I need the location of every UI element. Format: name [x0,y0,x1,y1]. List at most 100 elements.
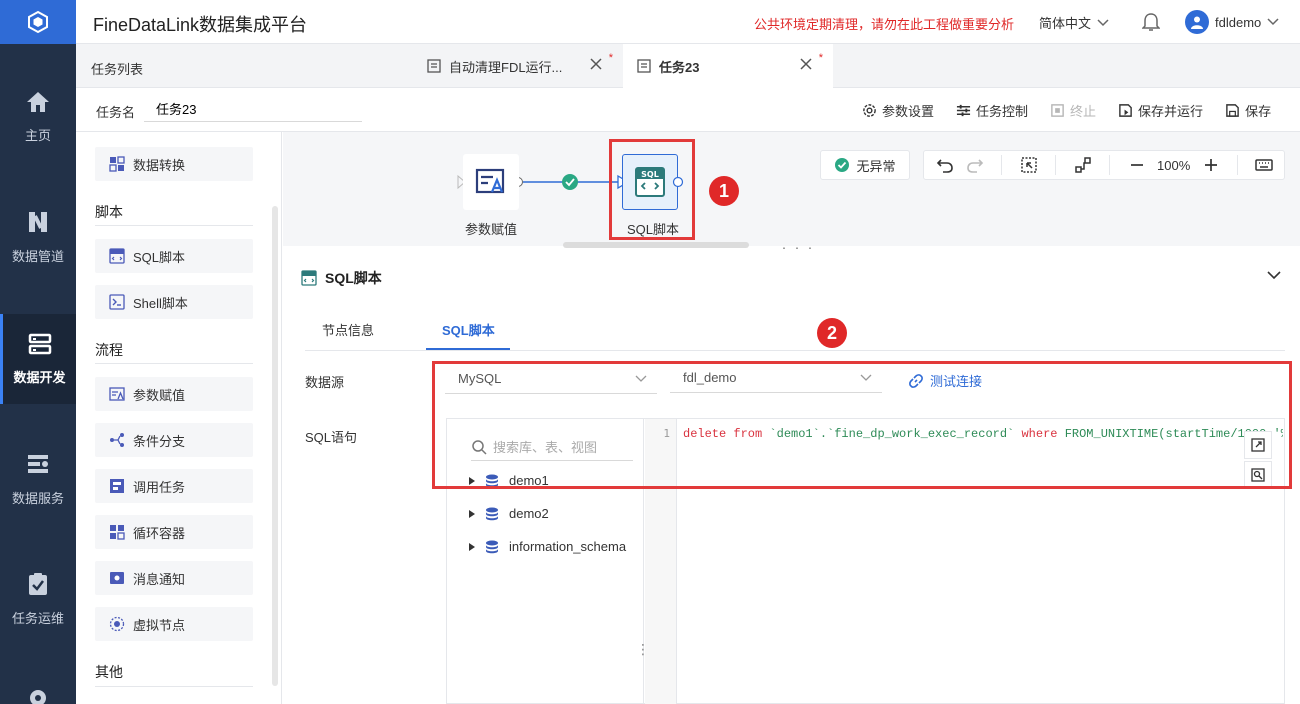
tab-auto-clean[interactable]: 自动清理FDL运行... * [413,44,623,88]
node-param-assign[interactable] [463,154,519,210]
palette-item-shell[interactable]: Shell脚本 [95,285,253,319]
task-name-input[interactable] [144,96,362,122]
divider [95,686,253,687]
step-badge-1: 1 [709,176,739,206]
collapse-chevron-icon[interactable] [1266,269,1282,281]
save-label: 保存 [1245,104,1272,119]
tab-label: 任务23 [659,59,700,75]
stop-button[interactable]: 终止 [1050,101,1096,120]
palette-item-loop[interactable]: 循环容器 [95,515,253,549]
nav-label: 数据服务 [11,490,64,506]
database-icon [486,540,498,553]
check-circle-icon [835,158,850,172]
language-select[interactable]: 简体中文 [1039,13,1109,32]
close-icon[interactable] [589,57,603,71]
node-palette: 数据转换 脚本 SQL脚本 Shell脚本 流程 参数赋值 条件分支 调用任务 … [76,132,282,704]
auto-layout-icon[interactable] [1074,156,1092,174]
palette-label: 虚拟节点 [133,617,186,633]
nav-item-service[interactable]: 数据服务 [0,434,76,524]
loop-container-icon [110,525,125,540]
nav-item-dev[interactable]: 数据开发 [0,314,76,404]
tab-label: 自动清理FDL运行... [449,59,563,75]
home-icon [27,91,49,112]
tab-node-info[interactable]: 节点信息 [322,320,374,339]
bell-icon[interactable] [1141,12,1161,35]
zoom-in-icon[interactable] [1202,156,1220,174]
canvas-scrollbar[interactable] [563,242,749,248]
logo[interactable] [0,0,76,44]
dirty-marker: * [818,52,823,64]
divider [95,225,253,226]
palette-item-call[interactable]: 调用任务 [95,469,253,503]
task-icon [427,59,441,73]
control-button[interactable]: 任务控制 [956,101,1028,120]
nav-item-ops[interactable]: 任务运维 [0,554,76,644]
divider [1055,155,1056,175]
save-run-button[interactable]: 保存并运行 [1118,101,1203,120]
param-assign-icon [475,168,505,194]
palette-scrollbar[interactable] [272,206,278,686]
control-label: 任务控制 [976,104,1029,119]
save-run-label: 保存并运行 [1138,104,1204,119]
zoom-out-icon[interactable] [1128,156,1146,174]
tree-item-information-schema[interactable]: information_schema [469,539,626,554]
clipboard-check-icon [29,572,47,595]
tab-task23[interactable]: 任务23 * [623,44,833,88]
palette-item-notify[interactable]: 消息通知 [95,561,253,595]
tab-sql-script[interactable]: SQL脚本 [442,320,495,339]
redo-icon[interactable] [966,156,984,174]
dirty-marker: * [608,52,613,64]
palette-label: 参数赋值 [133,387,186,403]
task-list-link[interactable]: 任务列表 [91,59,143,78]
params-button[interactable]: 参数设置 [862,101,934,120]
zoom-level: 100% [1157,158,1191,173]
tab-bar: 任务列表 自动清理FDL运行... * 任务23 * [76,44,1300,88]
palette-item-transform[interactable]: 数据转换 [95,147,253,181]
node-label-param: 参数赋值 [465,222,518,237]
params-label: 参数设置 [882,104,935,119]
transform-icon [109,156,125,172]
top-header: FineDataLink数据集成平台 公共环境定期清理，请勿在此工程做重要分析 … [76,0,1300,44]
status-indicator: 无异常 [820,150,910,180]
active-tab-indicator [426,348,510,350]
divider [1109,155,1110,175]
tree-item-demo2[interactable]: demo2 [469,506,549,521]
gear-icon [863,104,876,117]
save-button[interactable]: 保存 [1225,101,1271,120]
save-run-icon [1119,104,1132,117]
palette-label: 条件分支 [133,433,186,449]
section-other: 其他 [95,664,123,680]
database-icon [486,507,498,520]
param-assign-icon [109,387,125,401]
palette-item-sql[interactable]: SQL脚本 [95,239,253,273]
dev-icon [28,333,51,354]
chevron-down-icon [1267,18,1279,26]
branch-icon [110,433,124,447]
fit-view-icon[interactable] [1020,156,1038,174]
logo-icon [28,10,48,34]
divider [95,363,253,364]
user-menu[interactable]: fdldemo [1185,10,1279,34]
palette-label: SQL脚本 [133,249,186,265]
sliders-icon [956,104,971,117]
task-icon [637,59,651,73]
highlight-box-1 [609,139,695,240]
settings-icon[interactable] [26,686,50,704]
nav-item-pipeline[interactable]: 数据管道 [0,192,76,282]
palette-item-param[interactable]: 参数赋值 [95,377,253,411]
close-icon[interactable] [799,57,813,71]
datasource-label: 数据源 [305,375,345,390]
avatar [1185,10,1209,34]
palette-label: 调用任务 [133,479,186,495]
task-name-label: 任务名 [96,105,136,120]
keyboard-icon[interactable] [1255,156,1273,174]
section-flow: 流程 [95,342,123,358]
undo-icon[interactable] [936,156,954,174]
nav-label: 任务运维 [11,610,64,626]
nav-label: 数据开发 [13,369,66,385]
task-toolbar: 参数设置 任务控制 终止 保存并运行 保存 [862,101,1271,120]
palette-item-branch[interactable]: 条件分支 [95,423,253,457]
section-script: 脚本 [95,204,123,220]
palette-item-virtual[interactable]: 虚拟节点 [95,607,253,641]
nav-item-home[interactable]: 主页 [0,72,76,162]
